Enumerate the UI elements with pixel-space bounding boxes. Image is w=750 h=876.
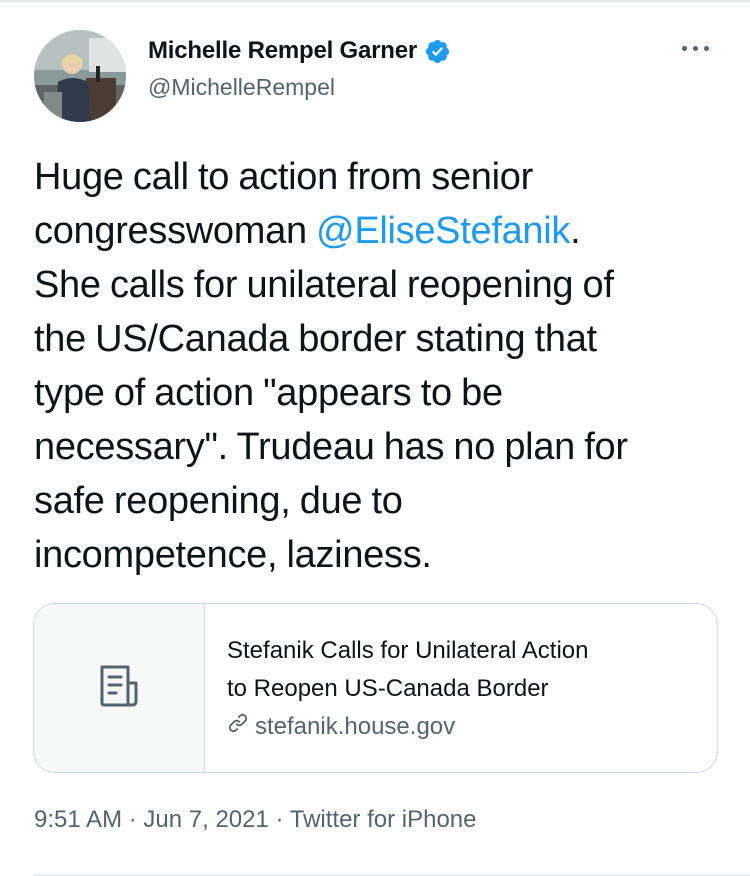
tweet-line: type of action "appears to be [34,372,503,414]
meta-separator: · [122,806,144,833]
tweet-line: necessary". Trudeau has no plan for [34,426,628,468]
card-thumbnail [34,604,205,772]
tweet-line: incompetence, laziness. [34,534,432,576]
tweet-meta: 9:51 AM · Jun 7, 2021 · Twitter for iPho… [34,806,476,834]
mention-link[interactable]: @EliseStefanik [316,210,570,252]
card-title-line: Stefanik Calls for Unilateral Action [227,637,589,664]
link-preview-card[interactable]: Stefanik Calls for Unilateral Action to … [33,603,718,773]
meta-separator: · [268,806,290,833]
tweet-line: congresswoman @EliseStefanik. [34,210,581,252]
tweet-line: the US/Canada border stating that [34,318,597,360]
tweet-line: She calls for unilateral reopening of [34,264,614,306]
tweet-line: Huge call to action from senior [34,156,533,198]
link-icon [227,712,255,741]
card-title: Stefanik Calls for Unilateral Action to … [227,632,687,708]
tweet-source[interactable]: Twitter for iPhone [290,806,477,833]
tweet-line: safe reopening, due to [34,480,403,522]
top-divider [0,0,750,2]
more-options-icon[interactable] [682,42,718,54]
tweet-date[interactable]: Jun 7, 2021 [143,806,268,833]
card-title-line: to Reopen US-Canada Border [227,675,549,702]
tweet-time[interactable]: 9:51 AM [34,806,122,833]
card-domain: stefanik.house.gov [255,712,456,740]
bottom-divider [34,874,750,876]
document-icon [94,661,144,716]
author-handle[interactable]: @MichelleRempel [148,74,335,101]
author-name[interactable]: Michelle Rempel Garner [148,37,417,65]
tweet-text: Huge call to action from senior congress… [34,150,724,582]
verified-badge-icon [424,38,451,65]
avatar[interactable] [34,30,126,122]
